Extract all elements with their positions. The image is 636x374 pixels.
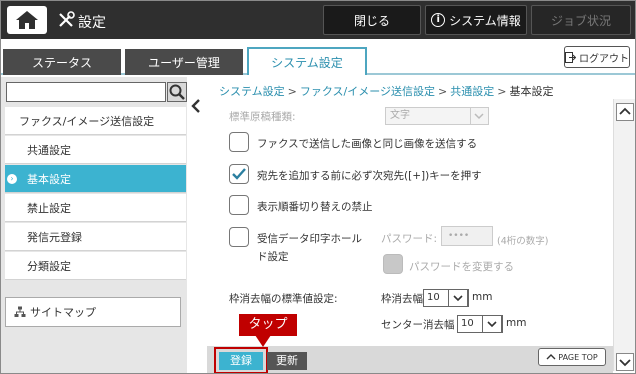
sidebar-item-sender-registration[interactable]: 発信元登録 [5, 223, 186, 251]
chevron-up-icon [619, 107, 631, 115]
frame-erase-label: 枠消去幅 [381, 293, 423, 305]
frame-erase-dropdown[interactable] [448, 289, 468, 307]
sidebar-category-fax-image-send[interactable]: ファクス/イメージ送信設定 [5, 107, 186, 135]
breadcrumb-fax-image-send[interactable]: ファクス/イメージ送信設定 [300, 85, 435, 98]
chevron-down-icon [487, 321, 497, 328]
register-button[interactable]: 登録 [219, 352, 263, 370]
sidebar: ファクス/イメージ送信設定 共通設定 › 基本設定 禁止設定 発信元登録 分類設… [1, 77, 187, 373]
app-title: 設定 [78, 15, 106, 31]
breadcrumb-common[interactable]: 共通設定 [450, 85, 494, 98]
sidebar-item-prohibit[interactable]: 禁止設定 [5, 194, 186, 222]
display-order-label: 表示順番切り替えの禁止 [257, 201, 373, 213]
scroll-up-button[interactable] [616, 103, 634, 121]
frame-erase-unit: mm [472, 291, 493, 303]
breadcrumb-current: 基本設定 [509, 85, 554, 98]
chevron-up-icon [546, 354, 556, 360]
sitemap-icon [14, 306, 26, 317]
next-address-key-checkbox[interactable] [229, 164, 249, 184]
frame-erase-select[interactable]: 10 [423, 289, 469, 307]
sidebar-item-classification[interactable]: 分類設定 [5, 252, 186, 280]
scroll-down-button[interactable] [616, 353, 634, 371]
change-password-label: パスワードを変更する [409, 261, 514, 273]
original-type-label: 標準原稿種類: [229, 111, 296, 123]
search-button[interactable] [167, 82, 187, 102]
display-order-checkbox[interactable] [229, 195, 249, 215]
info-icon: i [431, 13, 446, 27]
breadcrumb-separator: > [438, 85, 448, 98]
receive-hold-label-1: 受信データ印字ホール [257, 233, 362, 245]
password-label: パスワード: [381, 233, 438, 245]
tap-callout-pointer [255, 335, 271, 347]
chevron-down-icon [619, 359, 631, 367]
scrollbar-track[interactable] [613, 99, 635, 371]
sidebar-item-basic[interactable]: › 基本設定 [5, 165, 186, 193]
sitemap-label: サイトマップ [30, 306, 96, 319]
password-input: •••• [441, 226, 493, 246]
page-top-button[interactable]: PAGE TOP [538, 348, 606, 366]
original-type-select: 文字 [385, 107, 489, 125]
sitemap-button[interactable]: サイトマップ [5, 297, 181, 327]
frame-erase-value: 10 [427, 292, 440, 303]
settings-window: 設定 閉じる i システム情報 ジョブ状況 ステータス ユーザー管理 システム設… [0, 0, 636, 374]
breadcrumb: システム設定 > ファクス/イメージ送信設定 > 共通設定 > 基本設定 [219, 83, 553, 99]
dropdown-arrow [470, 108, 488, 124]
search-input[interactable] [6, 82, 166, 102]
center-erase-dropdown[interactable] [482, 315, 502, 333]
center-erase-unit: mm [506, 317, 527, 329]
system-info-button[interactable]: i システム情報 [425, 5, 527, 35]
breadcrumb-separator: > [287, 85, 297, 98]
close-button[interactable]: 閉じる [323, 5, 421, 35]
tab-status[interactable]: ステータス [3, 49, 121, 75]
sidebar-item-basic-label: 基本設定 [27, 172, 71, 186]
job-status-button[interactable]: ジョブ状況 [531, 5, 631, 35]
logout-icon [565, 51, 576, 63]
collapse-sidebar-icon[interactable] [190, 99, 202, 113]
checkmark-icon [232, 168, 246, 180]
top-header: 設定 閉じる i システム情報 ジョブ状況 [1, 1, 635, 39]
erase-width-label: 枠消去幅の標準値設定: [229, 293, 338, 305]
receive-hold-checkbox[interactable] [229, 227, 249, 247]
tab-system-settings[interactable]: システム設定 [247, 47, 367, 75]
tap-callout: タップ [239, 314, 297, 336]
same-image-label: ファクスで送信した画像と同じ画像を送信する [257, 138, 478, 150]
update-button[interactable]: 更新 [267, 352, 307, 370]
search-icon [169, 84, 185, 100]
original-type-value: 文字 [390, 110, 410, 121]
password-hint: (4桁の数字) [497, 236, 549, 247]
home-button[interactable] [7, 6, 47, 34]
center-erase-select[interactable]: 10 [457, 315, 503, 333]
chevron-down-icon [453, 295, 463, 302]
sidebar-item-common[interactable]: 共通設定 [5, 136, 186, 164]
center-erase-value: 10 [461, 318, 474, 329]
breadcrumb-separator: > [497, 85, 507, 98]
page-top-label: PAGE TOP [558, 352, 598, 362]
home-icon [16, 11, 38, 29]
tools-icon [59, 11, 75, 27]
tab-user-management[interactable]: ユーザー管理 [125, 49, 243, 75]
current-arrow-icon: › [7, 174, 17, 184]
same-image-checkbox[interactable] [229, 132, 249, 152]
next-address-key-label: 宛先を追加する前に必ず次宛先([+])キーを押す [257, 170, 482, 182]
sidebar-search [6, 82, 187, 102]
chevron-down-icon [474, 113, 484, 120]
receive-hold-label-2: ド設定 [257, 251, 289, 263]
logout-button[interactable]: ログアウト [564, 46, 630, 68]
change-password-checkbox [383, 254, 403, 274]
logout-label: ログアウト [579, 53, 629, 65]
center-erase-label: センター消去幅 [381, 319, 455, 331]
breadcrumb-system-settings[interactable]: システム設定 [219, 85, 285, 98]
system-info-label: システム情報 [449, 13, 521, 28]
tab-bar: ステータス ユーザー管理 システム設定 ログアウト [1, 39, 635, 75]
